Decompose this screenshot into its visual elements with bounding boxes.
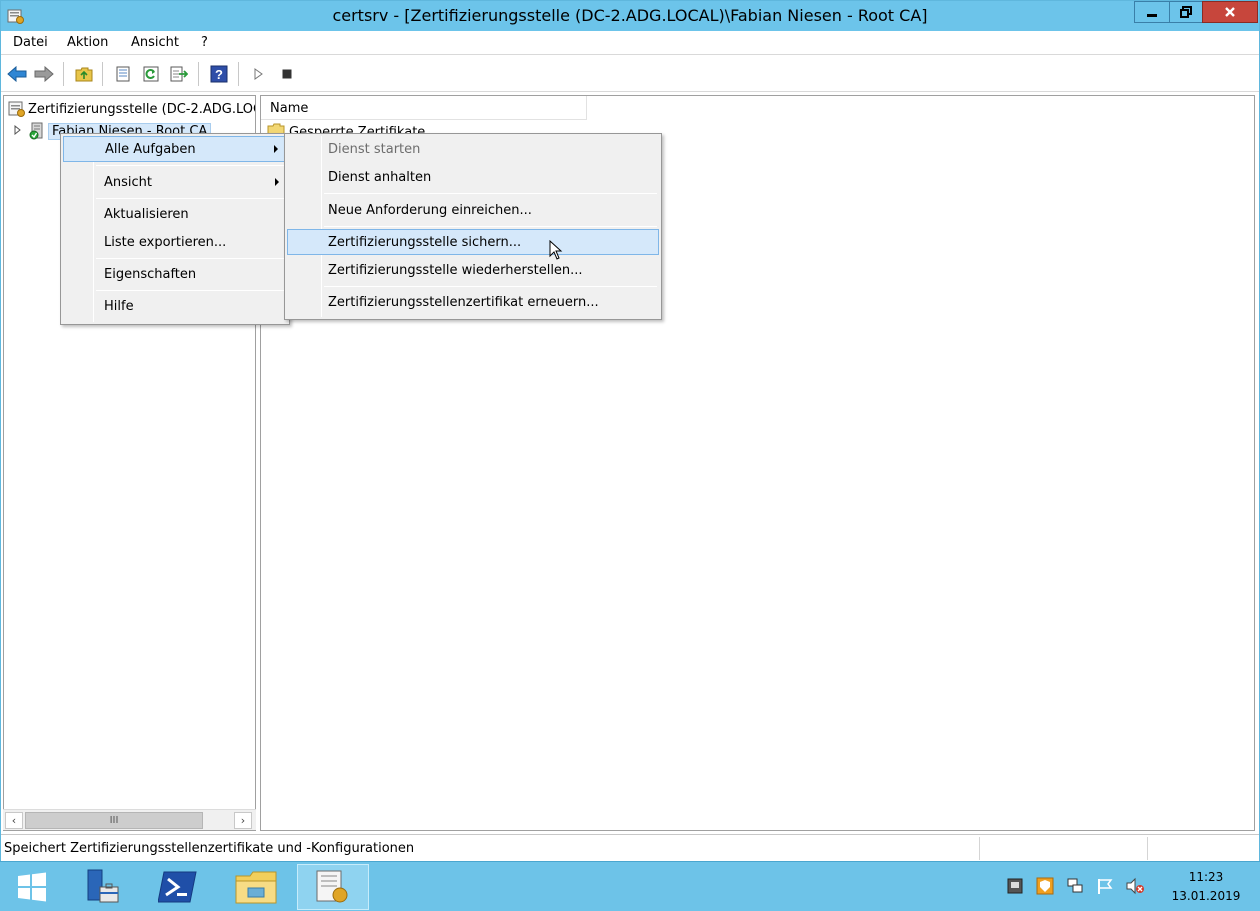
toolbar: ? bbox=[1, 56, 1259, 92]
ctx-properties-label: Eigenschaften bbox=[104, 266, 197, 282]
ctx-refresh-label: Aktualisieren bbox=[104, 206, 189, 222]
refresh-icon[interactable] bbox=[140, 63, 162, 85]
scroll-right-icon[interactable]: › bbox=[234, 812, 252, 829]
ctx-help[interactable]: Hilfe bbox=[63, 293, 287, 319]
ctx-export-list-label: Liste exportieren... bbox=[104, 234, 227, 250]
tree-root-item[interactable]: Zertifizierungsstelle (DC-2.ADG.LOCAL) bbox=[8, 99, 255, 119]
sub-renew-cert[interactable]: Zertifizierungsstellenzertifikat erneuer… bbox=[287, 289, 659, 315]
taskbar: 11:23 13.01.2019 bbox=[0, 861, 1260, 911]
tray-action-center-flag-icon[interactable] bbox=[1095, 876, 1115, 896]
up-folder-icon[interactable] bbox=[73, 63, 95, 85]
ctx-all-tasks-label: Alle Aufgaben bbox=[105, 141, 196, 157]
close-button[interactable] bbox=[1202, 1, 1258, 23]
menu-ansicht[interactable]: Ansicht bbox=[131, 35, 179, 50]
ctx-view-label: Ansicht bbox=[104, 174, 153, 190]
certificate-authority-icon bbox=[8, 100, 28, 118]
sub-restore-ca[interactable]: Zertifizierungsstelle wiederherstellen..… bbox=[287, 257, 659, 283]
stop-service-icon[interactable] bbox=[276, 63, 298, 85]
ctx-view[interactable]: Ansicht bbox=[63, 169, 287, 195]
server-manager-taskbar-icon[interactable] bbox=[66, 864, 138, 910]
windows-logo-icon bbox=[18, 872, 46, 902]
ctx-all-tasks[interactable]: Alle Aufgaben bbox=[63, 136, 287, 162]
ctx-refresh[interactable]: Aktualisieren bbox=[63, 201, 287, 227]
start-service-icon[interactable] bbox=[247, 63, 269, 85]
submenu-arrow-icon bbox=[275, 178, 279, 186]
svg-text:?: ? bbox=[215, 67, 223, 82]
menu-help[interactable]: ? bbox=[201, 35, 208, 50]
tray-security-shield-icon[interactable] bbox=[1035, 876, 1055, 896]
sub-backup-ca-label: Zertifizierungsstelle sichern... bbox=[328, 234, 522, 250]
menu-aktion[interactable]: Aktion bbox=[67, 35, 108, 50]
tray-storage-icon[interactable] bbox=[1005, 876, 1025, 896]
sub-stop-service-label: Dienst anhalten bbox=[328, 169, 432, 185]
mouse-cursor-icon bbox=[549, 240, 563, 260]
scroll-thumb[interactable]: III bbox=[25, 812, 203, 829]
ctx-properties[interactable]: Eigenschaften bbox=[63, 261, 287, 287]
scroll-left-icon[interactable]: ‹ bbox=[5, 812, 23, 829]
menu-datei[interactable]: Datei bbox=[13, 35, 48, 50]
ctx-export-list[interactable]: Liste exportieren... bbox=[63, 229, 287, 255]
forward-arrow-icon[interactable] bbox=[33, 63, 55, 85]
clock-time: 11:23 bbox=[1188, 870, 1224, 884]
export-list-icon[interactable] bbox=[168, 63, 190, 85]
ctx-help-label: Hilfe bbox=[104, 298, 134, 314]
sub-start-service-label: Dienst starten bbox=[328, 141, 421, 157]
window-title: certsrv - [Zertifizierungsstelle (DC-2.A… bbox=[332, 6, 928, 25]
expand-chevron-icon[interactable] bbox=[14, 124, 28, 139]
submenu-arrow-icon bbox=[274, 145, 278, 153]
sub-start-service[interactable]: Dienst starten bbox=[287, 136, 659, 162]
tray-network-icon[interactable] bbox=[1065, 876, 1085, 896]
clock-date: 13.01.2019 bbox=[1171, 889, 1241, 903]
sub-stop-service[interactable]: Dienst anhalten bbox=[287, 164, 659, 190]
certsrv-taskbar-icon[interactable] bbox=[297, 864, 369, 910]
sub-renew-cert-label: Zertifizierungsstellenzertifikat erneuer… bbox=[328, 294, 599, 310]
start-button[interactable] bbox=[0, 864, 64, 910]
help-icon[interactable]: ? bbox=[208, 63, 230, 85]
file-explorer-taskbar-icon[interactable] bbox=[220, 864, 292, 910]
minimize-button[interactable] bbox=[1134, 1, 1170, 23]
column-header-name[interactable]: Name bbox=[261, 96, 587, 120]
tree-root-label: Zertifizierungsstelle (DC-2.ADG.LOCAL) bbox=[28, 101, 255, 117]
sub-restore-ca-label: Zertifizierungsstelle wiederherstellen..… bbox=[328, 262, 583, 278]
status-text: Speichert Zertifizierungsstellenzertifik… bbox=[4, 841, 415, 856]
menu-bar: Datei Aktion Ansicht ? bbox=[1, 31, 1259, 55]
restore-button[interactable] bbox=[1169, 1, 1203, 23]
tree-horizontal-scrollbar[interactable]: ‹ III › bbox=[3, 809, 256, 830]
sub-backup-ca[interactable]: Zertifizierungsstelle sichern... bbox=[287, 229, 659, 255]
all-tasks-submenu: Dienst starten Dienst anhalten Neue Anfo… bbox=[284, 133, 662, 320]
context-menu: Alle Aufgaben Ansicht Aktualisieren List… bbox=[60, 133, 290, 325]
ca-server-running-icon bbox=[28, 122, 48, 140]
tray-volume-muted-icon[interactable] bbox=[1125, 876, 1145, 896]
taskbar-clock[interactable]: 11:23 13.01.2019 bbox=[1160, 868, 1252, 906]
sub-submit-request[interactable]: Neue Anforderung einreichen... bbox=[287, 197, 659, 223]
back-arrow-icon[interactable] bbox=[6, 63, 28, 85]
sub-submit-request-label: Neue Anforderung einreichen... bbox=[328, 202, 532, 218]
title-bar[interactable]: certsrv - [Zertifizierungsstelle (DC-2.A… bbox=[1, 1, 1259, 31]
mmc-window: certsrv - [Zertifizierungsstelle (DC-2.A… bbox=[0, 0, 1260, 861]
status-bar: Speichert Zertifizierungsstellenzertifik… bbox=[1, 834, 1259, 861]
powershell-taskbar-icon[interactable] bbox=[142, 864, 214, 910]
properties-icon[interactable] bbox=[112, 63, 134, 85]
